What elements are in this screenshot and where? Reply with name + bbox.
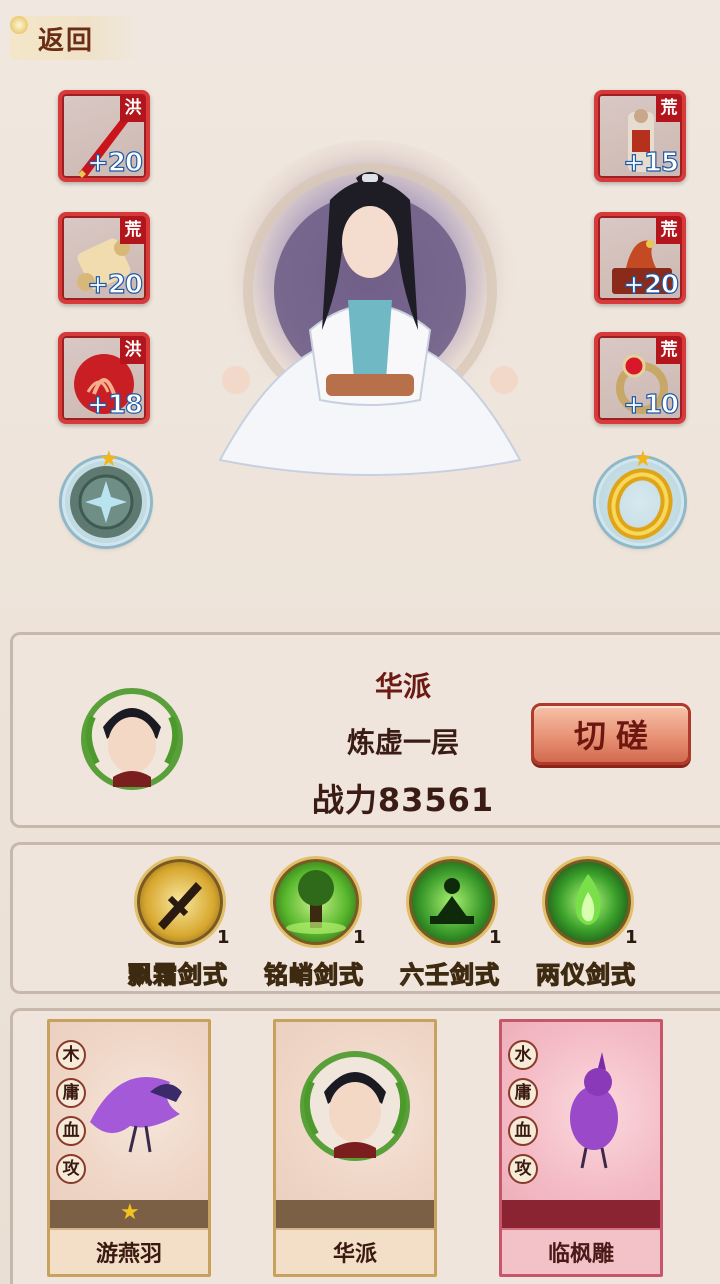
star-bar <box>276 1200 434 1228</box>
portrait-icon <box>81 688 183 790</box>
meditate-sword-icon <box>409 859 495 945</box>
skill-count: 1 <box>625 927 638 948</box>
equip-slot-weapon[interactable]: 洪 +20 <box>58 90 150 182</box>
frost-sword-icon <box>137 859 223 945</box>
tree-sword-icon <box>273 859 359 945</box>
character-figure <box>180 130 560 510</box>
attribute-badge: 血 <box>508 1116 538 1146</box>
partner-card-1[interactable]: 木 庸 血 攻 ★ 游燕羽 <box>47 1019 211 1277</box>
hero-portrait <box>218 140 522 476</box>
attribute-badge: 水 <box>508 1040 538 1070</box>
skill-name: 两仪剑式 <box>535 959 636 989</box>
skill-count: 1 <box>217 927 230 948</box>
spar-button[interactable]: 切磋 <box>531 703 691 765</box>
skill-slot-1[interactable]: 1 飘霜剑式 <box>113 859 243 990</box>
skill-name: 铭峭剑式 <box>263 959 364 989</box>
portrait-icon <box>276 1022 434 1200</box>
partners-panel: 木 庸 血 攻 ★ 游燕羽 华派 水 庸 血 攻 临枫雕 <box>10 1008 720 1284</box>
rarity-tag: 荒 <box>656 94 682 122</box>
enhance-level: +10 <box>622 389 679 420</box>
enhance-level: +15 <box>622 147 679 178</box>
attribute-badge: 庸 <box>508 1078 538 1108</box>
skill-slot-4[interactable]: 1 两仪剑式 <box>521 859 651 990</box>
skill-slot-3[interactable]: 1 六壬剑式 <box>385 859 515 990</box>
rarity-tag: 洪 <box>120 336 146 364</box>
attribute-badge: 血 <box>56 1116 86 1146</box>
equip-slot-ring[interactable]: 荒 +10 <box>594 332 686 424</box>
enhance-level: +20 <box>86 269 143 300</box>
enhance-level: +18 <box>86 389 143 420</box>
profile-panel: 华派 炼虚一层 战力83561 切磋 <box>10 632 720 828</box>
bronze-mirror-icon <box>70 466 142 538</box>
skill-name: 六壬剑式 <box>399 959 500 989</box>
equip-slot-mirror[interactable]: ★ <box>62 449 150 546</box>
star-icon: ★ <box>99 447 119 472</box>
star-icon: ★ <box>633 447 653 472</box>
rarity-tag: 荒 <box>656 336 682 364</box>
enhance-level: +20 <box>622 269 679 300</box>
equip-slot-chest[interactable]: 荒 +20 <box>594 212 686 304</box>
spar-button-label: 切磋 <box>573 717 658 755</box>
attribute-badge: 庸 <box>56 1078 86 1108</box>
skill-count: 1 <box>353 927 366 948</box>
partner-card-3[interactable]: 水 庸 血 攻 临枫雕 <box>499 1019 663 1277</box>
attribute-badge: 攻 <box>56 1154 86 1184</box>
partner-card-2[interactable]: 华派 <box>273 1019 437 1277</box>
skills-panel: 1 飘霜剑式 1 铭峭剑式 1 六壬剑式 1 两仪剑式 <box>10 842 720 994</box>
back-label: 返回 <box>38 25 95 56</box>
back-button[interactable]: 返回 <box>10 16 140 60</box>
attribute-list: 木 庸 血 攻 <box>56 1040 86 1184</box>
skill-name: 飘霜剑式 <box>127 959 228 989</box>
equip-slot-medallion[interactable]: 洪 +18 <box>58 332 150 424</box>
attribute-badge: 木 <box>56 1040 86 1070</box>
equip-slot-armor[interactable]: 荒 +15 <box>594 90 686 182</box>
star-bar <box>502 1200 660 1228</box>
skill-slot-2[interactable]: 1 铭峭剑式 <box>249 859 379 990</box>
partner-name: 临枫雕 <box>502 1228 660 1274</box>
rarity-tag: 洪 <box>120 94 146 122</box>
character-screen: 返回 洪 +20 荒 +20 洪 +18 ★ 荒 +15 荒 +20 荒 +10… <box>0 0 720 1284</box>
equip-slot-scroll[interactable]: 荒 +20 <box>58 212 150 304</box>
combat-power: 战力83561 <box>311 781 495 819</box>
enhance-level: +20 <box>86 147 143 178</box>
equip-slot-gold-ring[interactable]: ★ <box>596 449 684 546</box>
rarity-tag: 荒 <box>656 216 682 244</box>
partner-name: 游燕羽 <box>50 1228 208 1274</box>
green-flame-icon <box>545 859 631 945</box>
gold-ring-icon <box>607 468 673 540</box>
faction-name: 华派 <box>374 670 431 703</box>
star-icon: ★ <box>120 1200 140 1225</box>
attribute-badge: 攻 <box>508 1154 538 1184</box>
sparkle-icon <box>10 16 28 34</box>
rarity-tag: 荒 <box>120 216 146 244</box>
realm-level: 炼虚一层 <box>346 726 459 759</box>
partner-name: 华派 <box>276 1228 434 1274</box>
attribute-list: 水 庸 血 攻 <box>508 1040 538 1184</box>
avatar[interactable] <box>73 677 191 795</box>
skill-count: 1 <box>489 927 502 948</box>
